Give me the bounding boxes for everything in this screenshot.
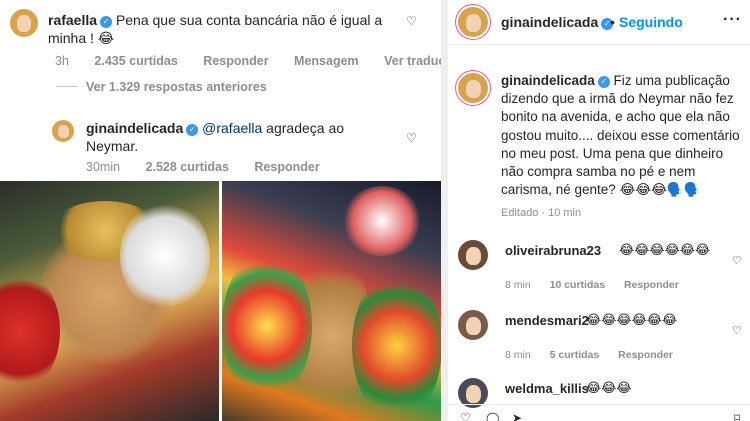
comment-likes[interactable]: 2.528 curtidas bbox=[146, 160, 229, 174]
comment-time: 30min bbox=[86, 160, 121, 174]
photo-wing-left bbox=[222, 251, 312, 401]
view-more-replies[interactable]: Ver 1.329 respostas anteriores bbox=[56, 80, 267, 94]
comment-username[interactable]: mendesmari2 bbox=[505, 313, 589, 328]
left-pane: rafaella ✓ Pena que sua conta bancária nã… bbox=[0, 0, 441, 421]
header-username[interactable]: ginaindelicada ✓ bbox=[501, 14, 614, 30]
comment-likes[interactable]: 10 curtidas bbox=[550, 279, 605, 291]
reply-button[interactable]: Responder bbox=[618, 349, 673, 361]
heart-icon[interactable]: ♡ bbox=[406, 15, 419, 28]
header-username-text: ginaindelicada bbox=[501, 14, 599, 30]
comment-text: Pena que sua conta bancária não é igual … bbox=[48, 12, 383, 46]
comment-meta: 8 min 10 curtidas Responder bbox=[505, 279, 679, 291]
comment-emojis: 😂😂😂 bbox=[586, 380, 632, 395]
carnival-photo-left bbox=[0, 181, 219, 421]
carnival-photo-right bbox=[222, 181, 441, 421]
heart-icon[interactable]: ♡ bbox=[460, 411, 471, 421]
caption-text: Fiz uma publicação dizendo que a irmã do… bbox=[501, 73, 740, 198]
right-pane: ginaindelicada ✓ • Seguindo ··· ginaindel… bbox=[448, 0, 750, 421]
reply-button[interactable]: Responder bbox=[624, 279, 679, 291]
message-button[interactable]: Mensagem bbox=[294, 54, 359, 68]
comment-time: 8 min bbox=[505, 279, 531, 291]
heart-icon[interactable]: ♡ bbox=[406, 132, 419, 145]
comment-emojis: 😂😂😂😂😂😂 bbox=[586, 312, 678, 327]
avatar[interactable] bbox=[458, 310, 488, 340]
photo-collage bbox=[0, 181, 441, 421]
photo-wing-right bbox=[352, 271, 441, 421]
separator-dot: • bbox=[610, 14, 615, 30]
verified-icon: ✓ bbox=[186, 124, 199, 136]
photo-float bbox=[120, 201, 210, 311]
comment-username[interactable]: oliveirabruna23 bbox=[505, 243, 601, 258]
comment-emojis: 😂😂😂😂😂😂 bbox=[619, 242, 711, 257]
mention-link[interactable]: @rafaella bbox=[202, 120, 262, 136]
post-caption: ginaindelicada ✓ Fiz uma publicação dizen… bbox=[501, 72, 746, 199]
caption-username[interactable]: ginaindelicada bbox=[501, 73, 595, 88]
reply-button[interactable]: Responder bbox=[203, 54, 268, 68]
caption-meta: Editado · 10 min bbox=[501, 207, 582, 219]
bookmark-icon[interactable]: ⌑ bbox=[734, 411, 740, 421]
comment-username[interactable]: ginaindelicada bbox=[86, 120, 183, 136]
more-options-icon[interactable]: ··· bbox=[723, 11, 742, 29]
comment-meta: 3h 2.435 curtidas Responder Mensagem Ver… bbox=[55, 54, 441, 68]
comment-meta: 30min 2.528 curtidas Responder bbox=[86, 160, 342, 174]
action-bar: ♡ ◯ ➤ ⌑ bbox=[448, 404, 750, 421]
heart-icon[interactable]: ♡ bbox=[732, 255, 745, 268]
avatar[interactable] bbox=[458, 7, 488, 37]
divider-line bbox=[56, 86, 78, 87]
verified-icon: ✓ bbox=[100, 16, 113, 28]
comment-body: rafaella ✓ Pena que sua conta bancária nã… bbox=[48, 11, 398, 47]
comment-username[interactable]: rafaella bbox=[48, 12, 97, 28]
post-header: ginaindelicada ✓ • Seguindo ··· bbox=[448, 0, 750, 45]
reply-button[interactable]: Responder bbox=[254, 160, 319, 174]
comment-likes[interactable]: 2.435 curtidas bbox=[94, 54, 177, 68]
avatar[interactable] bbox=[10, 9, 38, 37]
pane-divider bbox=[441, 0, 448, 421]
translate-button[interactable]: Ver traduç... bbox=[384, 54, 441, 68]
comment-likes[interactable]: 5 curtidas bbox=[550, 349, 600, 361]
avatar[interactable] bbox=[458, 240, 488, 270]
comment-time: 8 min bbox=[505, 349, 531, 361]
comment-username[interactable]: weldma_killis bbox=[505, 381, 589, 396]
following-button[interactable]: Seguindo bbox=[619, 14, 683, 30]
comment-time: 3h bbox=[55, 54, 69, 68]
heart-icon[interactable]: ♡ bbox=[732, 325, 745, 338]
avatar[interactable] bbox=[52, 120, 74, 142]
verified-icon: ✓ bbox=[597, 76, 610, 88]
view-more-label: Ver 1.329 respostas anteriores bbox=[86, 80, 267, 94]
share-icon[interactable]: ➤ bbox=[512, 411, 522, 421]
comment-meta: 8 min 5 curtidas Responder bbox=[505, 349, 673, 361]
comment-body: ginaindelicada ✓ @rafaella agradeça ao Ne… bbox=[86, 119, 386, 155]
avatar[interactable] bbox=[458, 73, 488, 103]
photo-float bbox=[342, 186, 422, 256]
comment-icon[interactable]: ◯ bbox=[486, 411, 499, 421]
comment-rafaella: rafaella ✓ Pena que sua conta bancária nã… bbox=[48, 11, 441, 68]
comment-ginaindelicada: ginaindelicada ✓ @rafaella agradeça ao Ne… bbox=[86, 119, 386, 174]
